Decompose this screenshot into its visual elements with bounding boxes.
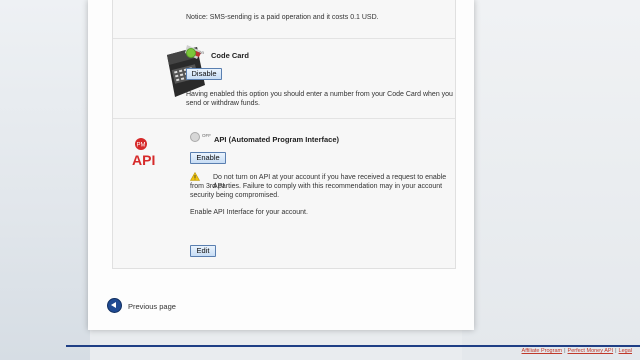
api-toggle-icon[interactable] [190,132,200,142]
disable-button[interactable]: Disable [186,68,222,80]
api-logo-icon: PM API [132,138,155,168]
footer-link-affiliate[interactable]: Affiliate Program [522,348,563,354]
background-right [462,0,640,360]
previous-page-link[interactable]: Previous page [128,302,176,311]
code-card-description-line2: send or withdraw funds. [186,100,260,107]
footer-divider [66,345,640,347]
code-card-toggle-icon[interactable] [186,48,196,58]
api-status: OFF [202,133,211,138]
api-warning-line3: security being compromised. [190,192,280,199]
code-card-status: on [199,50,205,55]
enable-button[interactable]: Enable [190,152,226,164]
api-enable-text: Enable API Interface for your account. [190,209,308,216]
row-divider [113,118,455,119]
sms-notice: Notice: SMS-sending is a paid operation … [186,14,379,21]
footer-separator: | [564,348,566,354]
settings-panel: Notice: SMS-sending is a paid operation … [88,0,474,330]
row-divider [113,38,455,39]
footer-links: Affiliate Program | Perfect Money API | Lega… [522,348,632,354]
api-warning-line2: from 3rd parties. Failure to comply with… [190,183,443,190]
warning-icon [190,172,200,181]
footer-link-legal[interactable]: Legal [619,348,632,354]
code-card-description-line1: Having enabled this option you should en… [186,91,453,98]
api-logo-pm: PM [137,143,146,149]
api-title: API (Automated Program Interface) [214,135,340,144]
edit-button[interactable]: Edit [190,245,216,257]
footer-link-api[interactable]: Perfect Money API [568,348,614,354]
api-logo-text: API [132,152,155,168]
footer-separator: | [615,348,617,354]
previous-page-icon[interactable] [107,298,122,313]
background-left [0,0,90,360]
settings-list: Notice: SMS-sending is a paid operation … [112,0,456,269]
code-card-title: Code Card [211,51,249,60]
